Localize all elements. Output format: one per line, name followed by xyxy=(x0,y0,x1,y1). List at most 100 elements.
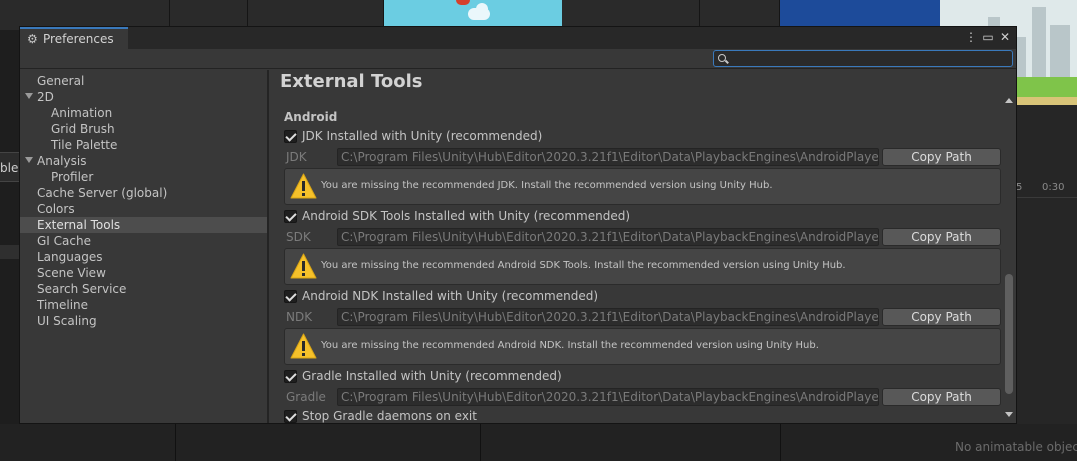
sdk-copy-path-button[interactable]: Copy Path xyxy=(882,228,1001,246)
android-section-header: Android xyxy=(284,110,338,124)
sidebar-item-languages[interactable]: Languages xyxy=(20,249,267,265)
sidebar-item-label: Profiler xyxy=(51,170,94,184)
maximize-icon[interactable]: ▭ xyxy=(981,29,995,45)
sidebar-item-timeline[interactable]: Timeline xyxy=(20,297,267,313)
sidebar-item-general[interactable]: General xyxy=(20,73,267,89)
timeline-tick: 0:30 xyxy=(1042,182,1065,193)
preferences-toolbar xyxy=(20,49,1016,69)
sidebar-item-external-tools[interactable]: External Tools xyxy=(20,217,267,233)
sidebar-item-label: General xyxy=(37,74,85,88)
sdk-warning-box: You are missing the recommended Android … xyxy=(284,248,1001,285)
ndk-warning-box: You are missing the recommended Android … xyxy=(284,328,1001,365)
gradle-copy-path-button[interactable]: Copy Path xyxy=(882,388,1001,406)
warning-icon xyxy=(290,173,317,199)
sidebar-item-label: GI Cache xyxy=(37,234,91,248)
sidebar-item-cache-server[interactable]: Cache Server (global) xyxy=(20,185,267,201)
jdk-path-label: JDK xyxy=(286,150,307,164)
gradle-path-field[interactable]: C:\Program Files\Unity\Hub\Editor\2020.3… xyxy=(337,388,879,406)
sidebar-item-label: Search Service xyxy=(37,282,127,296)
ndk-checkbox[interactable] xyxy=(284,289,297,303)
sidebar-item-label: Scene View xyxy=(37,266,106,280)
jdk-warning-text: You are missing the recommended JDK. Ins… xyxy=(321,180,773,191)
ndk-warning-text: You are missing the recommended Android … xyxy=(321,340,819,351)
scrollbar-thumb[interactable] xyxy=(1005,274,1013,394)
animation-empty-note: No animatable object xyxy=(955,440,1077,454)
gradle-path-label: Gradle xyxy=(286,390,326,404)
stop-gradle-label: Stop Gradle daemons on exit xyxy=(302,409,477,423)
building-sprite xyxy=(1050,25,1070,77)
preferences-window: ⚙ Preferences ⋮ ▭ ✕ General 2D Animation… xyxy=(19,26,1017,424)
sdk-path-label: SDK xyxy=(286,230,311,244)
stop-gradle-toggle[interactable]: Stop Gradle daemons on exit xyxy=(284,408,477,423)
jdk-warning-box: You are missing the recommended JDK. Ins… xyxy=(284,168,1001,205)
ndk-installed-toggle[interactable]: Android NDK Installed with Unity (recomm… xyxy=(284,288,598,304)
hierarchy-tab-fragment[interactable]: ble xyxy=(0,152,20,182)
jdk-installed-toggle[interactable]: JDK Installed with Unity (recommended) xyxy=(284,128,542,144)
sidebar-item-2d[interactable]: 2D xyxy=(20,89,267,105)
sidebar-item-search-service[interactable]: Search Service xyxy=(20,281,267,297)
sdk-installed-toggle[interactable]: Android SDK Tools Installed with Unity (… xyxy=(284,208,630,224)
gradle-checkbox-label: Gradle Installed with Unity (recommended… xyxy=(302,369,562,383)
sidebar-item-analysis[interactable]: Analysis xyxy=(20,153,267,169)
gradle-checkbox[interactable] xyxy=(284,369,297,383)
panel-divider xyxy=(780,424,781,461)
jdk-checkbox[interactable] xyxy=(284,129,297,143)
editor-bottom-panels xyxy=(0,424,1077,461)
ndk-path-field[interactable]: C:\Program Files\Unity\Hub\Editor\2020.3… xyxy=(337,308,879,326)
jdk-copy-path-button[interactable]: Copy Path xyxy=(882,148,1001,166)
scroll-up-arrow-icon[interactable] xyxy=(1005,98,1013,103)
sdk-warning-text: You are missing the recommended Android … xyxy=(321,260,846,271)
game-sprite xyxy=(456,0,470,5)
sidebar-item-label: 2D xyxy=(37,90,54,104)
vertical-scrollbar[interactable] xyxy=(1002,70,1016,423)
jdk-path-field[interactable]: C:\Program Files\Unity\Hub\Editor\2020.3… xyxy=(337,148,879,166)
sidebar-item-label: External Tools xyxy=(37,218,121,232)
window-title: Preferences xyxy=(43,32,114,46)
sidebar-item-label: Languages xyxy=(37,250,103,264)
sdk-checkbox[interactable] xyxy=(284,209,297,223)
sidebar-item-scene-view[interactable]: Scene View xyxy=(20,265,267,281)
close-icon[interactable]: ✕ xyxy=(998,29,1012,45)
page-title: External Tools xyxy=(280,71,423,92)
sidebar-item-label: Animation xyxy=(51,106,113,120)
sidebar-item-label: UI Scaling xyxy=(37,314,97,328)
sdk-path-field[interactable]: C:\Program Files\Unity\Hub\Editor\2020.3… xyxy=(337,228,879,246)
sidebar-item-label: Colors xyxy=(37,202,75,216)
scroll-down-arrow-icon[interactable] xyxy=(1005,412,1013,417)
sidebar-item-label: Tile Palette xyxy=(51,138,118,152)
stop-gradle-checkbox[interactable] xyxy=(284,409,297,423)
sidebar-item-label: Timeline xyxy=(37,298,89,312)
expand-arrow-icon[interactable] xyxy=(25,157,33,163)
warning-icon xyxy=(290,253,317,279)
hierarchy-row-fragment xyxy=(0,245,20,259)
sidebar-item-grid-brush[interactable]: Grid Brush xyxy=(20,121,267,137)
cloud-sprite xyxy=(476,3,488,15)
search-icon xyxy=(718,54,726,62)
expand-arrow-icon[interactable] xyxy=(25,93,33,99)
panel-divider xyxy=(480,424,481,461)
gear-icon: ⚙ xyxy=(27,32,38,46)
external-tools-panel: External Tools Android JDK Installed wit… xyxy=(271,70,1016,423)
more-options-icon[interactable]: ⋮ xyxy=(964,29,978,45)
sidebar-item-gi-cache[interactable]: GI Cache xyxy=(20,233,267,249)
sidebar-item-tile-palette[interactable]: Tile Palette xyxy=(20,137,267,153)
window-controls: ⋮ ▭ ✕ xyxy=(964,29,1012,45)
window-titlebar[interactable]: ⚙ Preferences ⋮ ▭ ✕ xyxy=(20,27,1016,49)
sdk-checkbox-label: Android SDK Tools Installed with Unity (… xyxy=(302,209,631,223)
sidebar-item-profiler[interactable]: Profiler xyxy=(20,169,267,185)
building-sprite xyxy=(1032,7,1046,77)
sidebar-item-label: Grid Brush xyxy=(51,122,115,136)
ndk-copy-path-button[interactable]: Copy Path xyxy=(882,308,1001,326)
sidebar-item-ui-scaling[interactable]: UI Scaling xyxy=(20,313,267,329)
sidebar-item-label: Cache Server (global) xyxy=(37,186,168,200)
animation-panel xyxy=(1016,105,1077,461)
search-input[interactable] xyxy=(713,50,1013,67)
gradle-installed-toggle[interactable]: Gradle Installed with Unity (recommended… xyxy=(284,368,562,384)
preferences-tab[interactable]: ⚙ Preferences xyxy=(20,27,128,49)
sidebar-item-animation[interactable]: Animation xyxy=(20,105,267,121)
ndk-path-label: NDK xyxy=(286,310,313,324)
panel-divider xyxy=(175,424,176,461)
sidebar-item-colors[interactable]: Colors xyxy=(20,201,267,217)
preferences-sidebar: General 2D Animation Grid Brush Tile Pal… xyxy=(20,70,269,423)
timeline-ruler: 5 0:30 xyxy=(1016,178,1077,198)
